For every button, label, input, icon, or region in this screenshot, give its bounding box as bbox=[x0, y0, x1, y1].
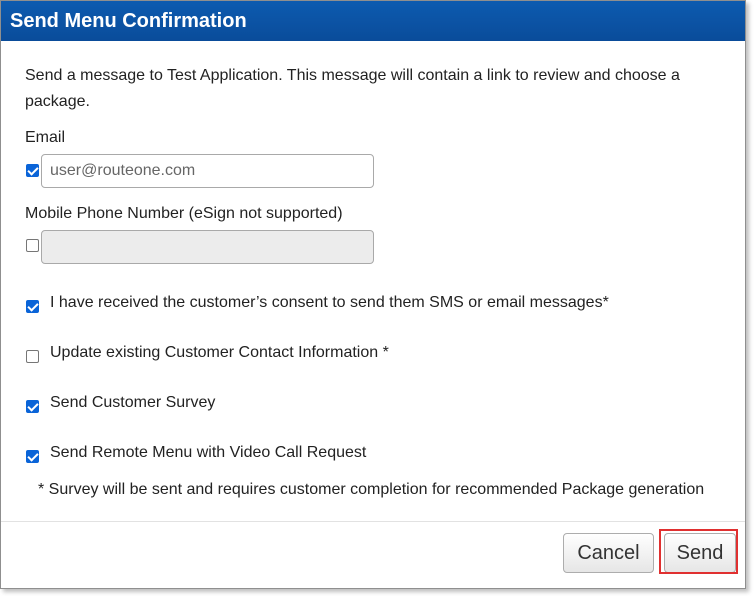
cancel-button[interactable]: Cancel bbox=[563, 533, 654, 573]
survey-footnote: * Survey will be sent and requires custo… bbox=[38, 481, 705, 498]
send-menu-dialog: Send Menu Confirmation Send a message to… bbox=[0, 0, 746, 589]
phone-label: Mobile Phone Number (eSign not supported… bbox=[25, 205, 343, 222]
update-contact-checkbox[interactable] bbox=[26, 350, 39, 363]
survey-label: Send Customer Survey bbox=[50, 394, 216, 411]
email-label: Email bbox=[25, 129, 66, 146]
intro-text: Send a message to Test Application. This… bbox=[25, 67, 680, 110]
consent-checkbox[interactable] bbox=[26, 300, 39, 313]
phone-field[interactable] bbox=[41, 230, 374, 264]
email-checkbox[interactable] bbox=[26, 164, 39, 177]
survey-checkbox[interactable] bbox=[26, 400, 39, 413]
dialog-title: Send Menu Confirmation bbox=[1, 1, 745, 41]
email-field[interactable] bbox=[41, 154, 374, 188]
consent-label: I have received the customer’s consent t… bbox=[50, 294, 609, 311]
video-call-label: Send Remote Menu with Video Call Request bbox=[50, 444, 367, 461]
update-contact-label: Update existing Customer Contact Informa… bbox=[50, 344, 389, 361]
send-button[interactable]: Send bbox=[664, 533, 736, 573]
footer-divider bbox=[1, 521, 745, 522]
video-call-checkbox[interactable] bbox=[26, 450, 39, 463]
phone-checkbox[interactable] bbox=[26, 239, 39, 252]
